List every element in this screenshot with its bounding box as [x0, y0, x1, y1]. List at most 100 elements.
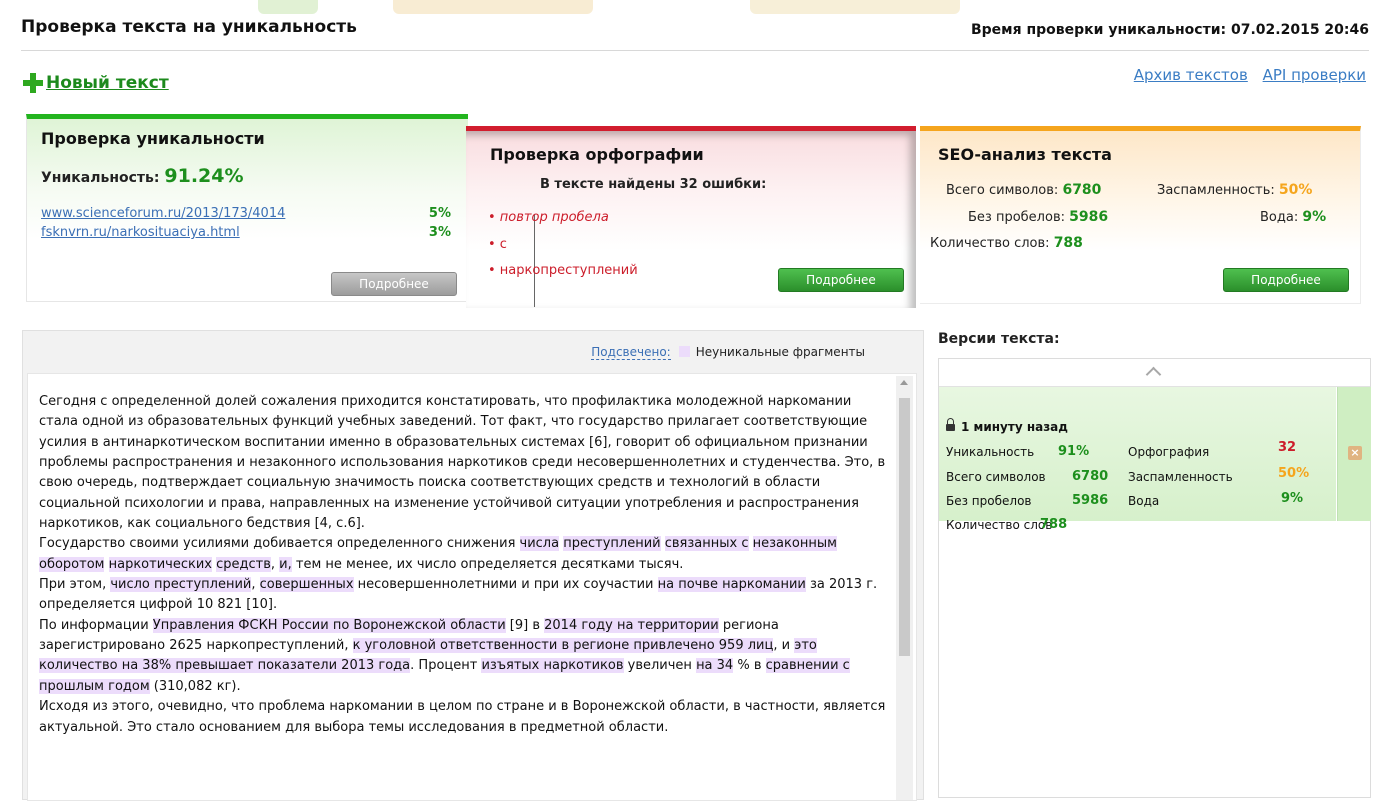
version-chars-value: 6780 — [1072, 469, 1109, 484]
non-unique-fragment[interactable]: на 34 — [696, 658, 734, 674]
seo-panel: SEO-анализ текста Всего символов: 6780 З… — [920, 126, 1361, 304]
top-banner-strip — [0, 0, 1381, 14]
source-percent: 5% — [428, 206, 451, 221]
version-chars-label: Всего символов — [946, 470, 1046, 484]
version-spell-value: 32 — [1278, 440, 1297, 455]
version-uniq-label: Уникальность — [946, 445, 1035, 459]
non-unique-fragment[interactable]: Управления ФСКН России по Воронежской об… — [152, 617, 506, 633]
version-spell-label: Орфография — [1128, 445, 1210, 459]
seo-nospace: Без пробелов: 5986 — [968, 209, 1108, 225]
non-unique-fragment[interactable]: к уголовной ответственности в регионе пр… — [352, 638, 774, 654]
archive-link[interactable]: Архив текстов — [1134, 66, 1248, 84]
versions-list: 1 минуту назад Уникальность 91% Орфограф… — [938, 358, 1371, 798]
new-text-link[interactable]: Новый текст — [23, 73, 169, 93]
source-link[interactable]: www.scienceforum.ru/2013/173/4014 — [41, 206, 285, 221]
seo-chars: Всего символов: 6780 — [946, 182, 1101, 198]
page-title: Проверка текста на уникальность — [21, 17, 357, 37]
seo-words-value: 788 — [1053, 235, 1083, 251]
uniqueness-value: 91.24% — [164, 165, 244, 187]
source-row: www.scienceforum.ru/2013/173/4014 5% — [41, 206, 451, 221]
uniqueness-more-button[interactable]: Подробнее — [331, 272, 457, 296]
version-nospace-label: Без пробелов — [946, 494, 1032, 508]
highlight-swatch — [678, 346, 690, 357]
divider — [21, 50, 1369, 51]
new-text-label[interactable]: Новый текст — [46, 73, 169, 93]
text-content-box[interactable]: Сегодня с определенной долей сожаления п… — [27, 373, 917, 801]
version-water-value: 9% — [1281, 491, 1304, 506]
top-links: Архив текстов API проверки — [1124, 66, 1366, 84]
seo-chars-label: Всего символов: — [946, 183, 1059, 198]
version-time: 1 минуту назад — [961, 420, 1068, 434]
non-unique-fragment[interactable]: наркотических — [108, 556, 212, 572]
versions-scroll-up[interactable] — [939, 359, 1370, 387]
source-row: fsknvrn.ru/narkosituaciya.html 3% — [41, 225, 451, 240]
non-unique-fragment[interactable]: совершенных — [259, 577, 354, 593]
seo-spam-label: Заспамленность: — [1157, 183, 1275, 198]
lock-icon — [946, 418, 955, 431]
version-nospace-value: 5986 — [1072, 493, 1109, 508]
spelling-panel: Проверка орфографии В тексте найдены 32 … — [466, 126, 916, 308]
spelling-error-item[interactable]: • с — [488, 237, 507, 252]
highlight-legend: Подсвечено: Неуникальные фрагменты — [591, 345, 865, 360]
seo-nospace-label: Без пробелов: — [968, 210, 1065, 225]
non-unique-fragment[interactable]: изъятых наркотиков — [481, 658, 624, 674]
version-spam-value: 50% — [1278, 466, 1310, 481]
text-paragraph: При этом, число преступлений, совершенны… — [39, 577, 878, 613]
uniqueness-title: Проверка уникальности — [41, 129, 265, 148]
spelling-title: Проверка орфографии — [490, 145, 704, 164]
non-unique-fragment[interactable]: преступлений — [563, 536, 661, 552]
seo-spam: Заспамленность: 50% — [1157, 182, 1312, 198]
text-paragraph: По информации Управления ФСКН России по … — [39, 617, 850, 694]
non-unique-fragment[interactable]: связанных с — [664, 536, 749, 552]
version-water-label: Вода — [1128, 494, 1160, 508]
scroll-up-arrow-icon[interactable] — [900, 380, 908, 385]
seo-words-label: Количество слов: — [930, 236, 1050, 251]
text-paragraph: Сегодня с определенной долей сожаления п… — [39, 394, 886, 532]
spelling-error-item[interactable]: • наркопреступлений — [488, 263, 638, 278]
seo-spam-value: 50% — [1278, 182, 1313, 198]
uniqueness-panel: Проверка уникальности Уникальность: 91.2… — [26, 114, 468, 302]
seo-more-button[interactable]: Подробнее — [1223, 268, 1349, 292]
non-unique-fragment[interactable]: незаконным — [752, 536, 837, 552]
versions-title: Версии текста: — [938, 331, 1060, 347]
non-unique-fragment[interactable]: средств — [216, 556, 271, 572]
seo-water: Вода: 9% — [1260, 209, 1326, 225]
spelling-more-button[interactable]: Подробнее — [778, 268, 904, 292]
version-spam-label: Заспамленность — [1128, 470, 1233, 484]
scrollbar-thumb[interactable] — [899, 398, 910, 656]
text-paragraph: Государство своими усилиями добивается о… — [39, 536, 837, 572]
version-words-value: 788 — [1040, 517, 1068, 532]
non-unique-fragment[interactable]: числа — [519, 536, 560, 552]
version-uniq-value: 91% — [1058, 444, 1090, 459]
uniqueness-label: Уникальность: — [41, 170, 160, 186]
check-time: Время проверки уникальности: 07.02.2015 … — [970, 22, 1369, 38]
non-unique-fragment[interactable]: на почве наркомании — [657, 577, 806, 593]
plus-icon — [23, 73, 43, 93]
api-link[interactable]: API проверки — [1263, 66, 1366, 84]
non-unique-fragment[interactable]: 2014 году на территории — [544, 617, 719, 633]
spelling-error-item[interactable]: • повтор пробела — [488, 210, 609, 225]
version-delete-area: × — [1337, 387, 1371, 521]
highlight-legend-text: Неуникальные фрагменты — [695, 345, 865, 359]
document-text: Сегодня с определенной долей сожаления п… — [39, 392, 892, 738]
seo-nospace-value: 5986 — [1069, 209, 1109, 225]
text-paragraph: Исходя из этого, очевидно, что проблема … — [39, 699, 886, 735]
spelling-summary: В тексте найдены 32 ошибки: — [540, 177, 767, 192]
seo-water-label: Вода: — [1260, 210, 1299, 225]
source-link[interactable]: fsknvrn.ru/narkosituaciya.html — [41, 225, 240, 240]
version-words-label: Количество слов — [946, 518, 1053, 532]
text-area: Подсвечено: Неуникальные фрагменты Сегодн… — [22, 330, 924, 801]
seo-words: Количество слов: 788 — [930, 235, 1083, 251]
chevron-up-icon — [1145, 366, 1162, 383]
uniqueness-value-line: Уникальность: 91.24% — [41, 165, 244, 187]
source-percent: 3% — [428, 225, 451, 240]
highlight-toggle[interactable]: Подсвечено: — [591, 345, 671, 360]
close-icon[interactable]: × — [1348, 446, 1362, 460]
non-unique-fragment[interactable]: число преступлений — [110, 577, 252, 593]
non-unique-fragment[interactable]: и, — [279, 556, 292, 572]
version-item[interactable]: 1 минуту назад Уникальность 91% Орфограф… — [939, 387, 1336, 532]
seo-water-value: 9% — [1302, 209, 1327, 225]
seo-chars-value: 6780 — [1062, 182, 1102, 198]
scrollbar[interactable] — [896, 376, 913, 800]
non-unique-fragment[interactable]: оборотом — [39, 556, 105, 572]
